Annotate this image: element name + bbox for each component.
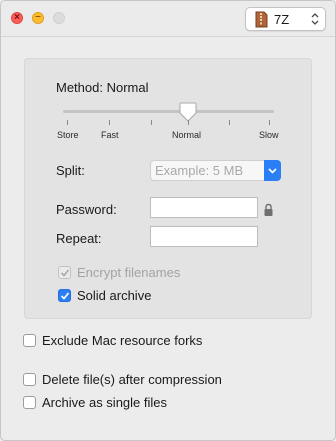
single-files-checkbox[interactable]: [23, 396, 36, 409]
split-select[interactable]: Example: 5 MB: [150, 160, 281, 181]
checkmark-icon: [60, 292, 70, 300]
repeat-label: Repeat:: [56, 231, 102, 246]
checkmark-icon: [60, 269, 70, 277]
method-label: Method: Normal: [56, 80, 149, 95]
solid-archive-checkbox[interactable]: [58, 289, 71, 302]
tick-label-store: Store: [57, 130, 79, 140]
split-placeholder: Example: 5 MB: [155, 163, 244, 178]
repeat-password-field[interactable]: [150, 226, 258, 247]
tick-label-slow: Slow: [259, 130, 279, 140]
tick-label-fast: Fast: [101, 130, 119, 140]
minimize-button[interactable]: –: [32, 11, 44, 24]
compression-options-panel: Method: Normal Store Fast Normal Slow Sp…: [24, 58, 312, 319]
chevron-down-icon: [268, 168, 277, 174]
title-bar: × – 7Z: [1, 1, 335, 37]
format-label: 7Z: [274, 12, 290, 27]
solid-archive-option[interactable]: Solid archive: [58, 288, 151, 303]
compression-slider-track[interactable]: [63, 110, 274, 113]
exclude-mac-forks-checkbox[interactable]: [23, 334, 36, 347]
password-field[interactable]: [150, 197, 258, 218]
minimize-icon: –: [35, 11, 41, 22]
delete-after-option[interactable]: Delete file(s) after compression: [23, 372, 222, 387]
split-dropdown-button[interactable]: [264, 160, 281, 181]
close-icon: ×: [14, 12, 20, 23]
slider-tick: [151, 120, 152, 125]
slider-tick: [109, 120, 110, 125]
delete-after-label: Delete file(s) after compression: [42, 372, 222, 387]
password-label: Password:: [56, 202, 117, 217]
zoom-button: [53, 12, 65, 24]
tick-label-normal: Normal: [172, 130, 202, 140]
delete-after-checkbox[interactable]: [23, 373, 36, 386]
split-label: Split:: [56, 163, 85, 178]
slider-tick: [229, 120, 230, 125]
encrypt-filenames-label: Encrypt filenames: [77, 265, 181, 280]
close-button[interactable]: ×: [11, 12, 23, 24]
format-popup-button[interactable]: 7Z: [245, 7, 326, 31]
archive-box-icon: [255, 11, 268, 28]
encrypt-filenames-option: Encrypt filenames: [58, 265, 180, 280]
exclude-mac-forks-label: Exclude Mac resource forks: [42, 333, 203, 348]
compression-window: × – 7Z Method: Normal Store Fast Normal …: [0, 0, 336, 441]
single-files-option[interactable]: Archive as single files: [23, 395, 167, 410]
chevron-updown-icon: [311, 13, 319, 25]
solid-archive-label: Solid archive: [77, 288, 152, 303]
slider-tick: [188, 120, 189, 125]
compression-slider-knob[interactable]: [179, 102, 197, 122]
encrypt-filenames-checkbox: [58, 266, 71, 279]
exclude-mac-forks-option[interactable]: Exclude Mac resource forks: [23, 333, 202, 348]
slider-tick: [269, 120, 270, 125]
lock-icon: [264, 203, 273, 216]
slider-tick: [67, 120, 68, 125]
single-files-label: Archive as single files: [42, 395, 167, 410]
